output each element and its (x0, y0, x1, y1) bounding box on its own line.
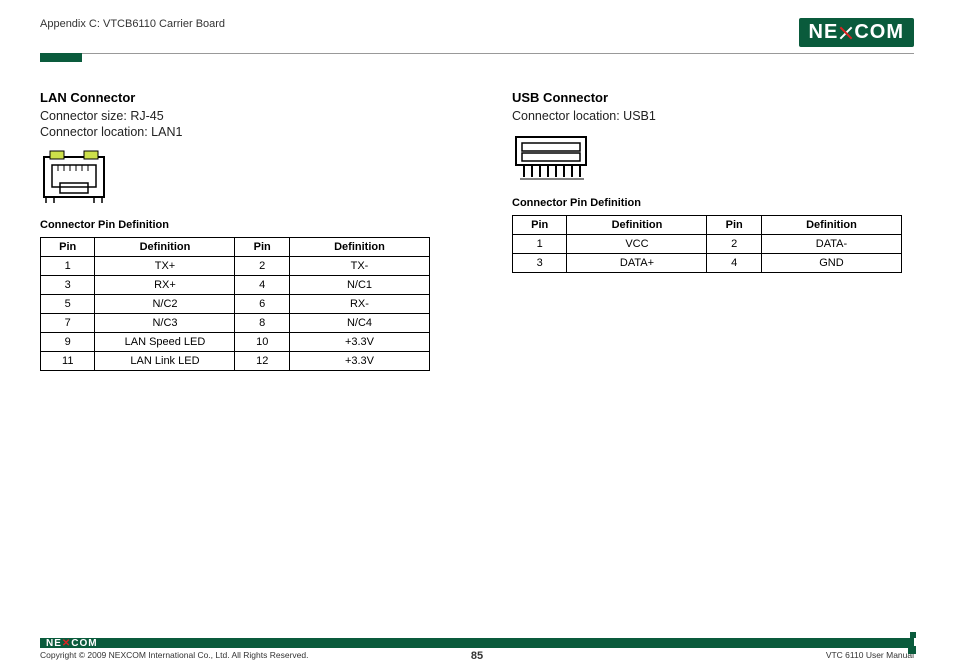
page-footer: NE✕COM Copyright © 2009 NEXCOM Internati… (40, 638, 914, 660)
cell-pin: 7 (41, 314, 95, 333)
cell-pin: 3 (513, 254, 567, 273)
table-row: 9 LAN Speed LED 10 +3.3V (41, 333, 430, 352)
usb-section: USB Connector Connector location: USB1 (512, 90, 914, 371)
cell-def: N/C1 (289, 276, 429, 295)
cell-pin: 9 (41, 333, 95, 352)
header-tab (40, 53, 82, 62)
logo-x-icon (839, 26, 853, 40)
table-row: 1 TX+ 2 TX- (41, 257, 430, 276)
th-def: Definition (95, 238, 235, 257)
cell-pin: 11 (41, 352, 95, 371)
cell-def: TX+ (95, 257, 235, 276)
cell-pin: 4 (707, 254, 761, 273)
lan-table-title: Connector Pin Definition (40, 219, 442, 231)
lan-pin-table: Pin Definition Pin Definition 1 TX+ 2 TX… (40, 237, 430, 371)
table-row: 3 RX+ 4 N/C1 (41, 276, 430, 295)
table-row: 3 DATA+ 4 GND (513, 254, 902, 273)
lan-title: LAN Connector (40, 90, 442, 105)
cell-pin: 6 (235, 295, 289, 314)
cell-def: N/C4 (289, 314, 429, 333)
cell-pin: 10 (235, 333, 289, 352)
table-row: 1 VCC 2 DATA- (513, 235, 902, 254)
cell-def: N/C2 (95, 295, 235, 314)
cell-def: +3.3V (289, 333, 429, 352)
usb-pin-table: Pin Definition Pin Definition 1 VCC 2 DA… (512, 215, 902, 273)
cell-def: RX- (289, 295, 429, 314)
cell-def: VCC (567, 235, 707, 254)
cell-def: +3.3V (289, 352, 429, 371)
cell-pin: 8 (235, 314, 289, 333)
th-pin: Pin (513, 216, 567, 235)
cell-def: N/C3 (95, 314, 235, 333)
th-pin: Pin (235, 238, 289, 257)
cell-pin: 2 (707, 235, 761, 254)
brand-logo: NE COM (799, 18, 914, 47)
cell-pin: 3 (41, 276, 95, 295)
th-def: Definition (761, 216, 901, 235)
cell-pin: 1 (41, 257, 95, 276)
usb-table-title: Connector Pin Definition (512, 197, 914, 209)
lan-size: Connector size: RJ-45 (40, 109, 442, 123)
th-def: Definition (567, 216, 707, 235)
cell-def: LAN Speed LED (95, 333, 235, 352)
cell-pin: 2 (235, 257, 289, 276)
cell-def: DATA+ (567, 254, 707, 273)
table-row: 5 N/C2 6 RX- (41, 295, 430, 314)
footer-logo: NE✕COM (40, 638, 98, 649)
usb-title: USB Connector (512, 90, 914, 105)
cell-pin: 12 (235, 352, 289, 371)
cell-def: LAN Link LED (95, 352, 235, 371)
table-header-row: Pin Definition Pin Definition (513, 216, 902, 235)
lan-location: Connector location: LAN1 (40, 125, 442, 139)
cell-pin: 5 (41, 295, 95, 314)
footer-logo-left: NE (46, 638, 62, 649)
footer-bar: NE✕COM (40, 638, 914, 648)
th-pin: Pin (707, 216, 761, 235)
th-pin: Pin (41, 238, 95, 257)
logo-text-right: COM (854, 21, 904, 44)
cell-def: TX- (289, 257, 429, 276)
cell-pin: 4 (235, 276, 289, 295)
table-row: 11 LAN Link LED 12 +3.3V (41, 352, 430, 371)
footer-logo-right: COM (71, 638, 97, 649)
table-row: 7 N/C3 8 N/C4 (41, 314, 430, 333)
cell-def: GND (761, 254, 901, 273)
cell-def: DATA- (761, 235, 901, 254)
lan-section: LAN Connector Connector size: RJ-45 Conn… (40, 90, 442, 371)
usb-location: Connector location: USB1 (512, 109, 914, 123)
lan-connector-diagram (40, 149, 442, 205)
cell-def: RX+ (95, 276, 235, 295)
header-rule (40, 53, 914, 54)
table-header-row: Pin Definition Pin Definition (41, 238, 430, 257)
th-def: Definition (289, 238, 429, 257)
cell-pin: 1 (513, 235, 567, 254)
logo-text-left: NE (809, 21, 839, 44)
page-number: 85 (40, 650, 914, 662)
appendix-label: Appendix C: VTCB6110 Carrier Board (40, 18, 225, 30)
usb-connector-diagram (512, 133, 914, 183)
